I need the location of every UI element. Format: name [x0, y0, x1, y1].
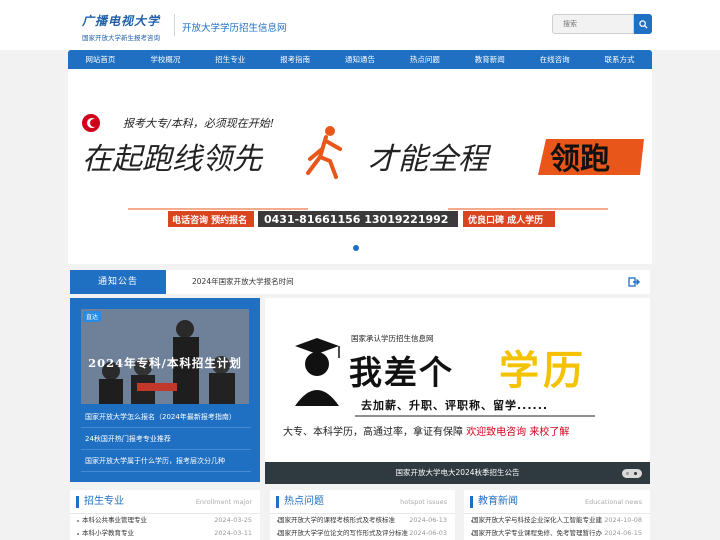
ad-headline-left: 我差个: [349, 353, 454, 392]
panel-accent: [76, 496, 79, 508]
ad-headline-right: 学历: [499, 348, 587, 394]
panel-subtitle: hotspot issues: [400, 498, 447, 506]
list-item[interactable]: 国家开放大学专业课程免修、免考管理暂行办 2024-06-15: [464, 527, 650, 540]
nav-notices[interactable]: 通知通告: [328, 50, 393, 69]
brand-mark-icon: [82, 114, 100, 132]
panel-header: 教育新闻 Educational news: [464, 490, 650, 514]
nav-guide[interactable]: 报考指南: [263, 50, 328, 69]
main-nav: 网站首页 学校概况 招生专业 报考指南 通知通告 热点问题 教育新闻 在线咨询 …: [68, 50, 652, 69]
promo-link[interactable]: 国家开放大学怎么报名（2024年最新报考指南）: [81, 406, 251, 428]
list-item[interactable]: 国家开放大学与科技企业深化人工智能专业建 2024-10-08: [464, 514, 650, 527]
notice-label: 通知公告: [70, 270, 166, 294]
promo-title: 2024年专科/本科招生计划: [88, 356, 242, 370]
logo-divider: [174, 14, 175, 36]
hero-banner[interactable]: 报考大专/本科，必须现在开始! 在起跑线领先 才能全程 领跑 电话咨询 预约报名…: [68, 69, 652, 264]
list-item-title: 本科小学教育专业: [82, 529, 134, 537]
panel-accent: [470, 496, 473, 508]
slide-caption[interactable]: 国家开放大学电大2024秋季招生公告: [265, 462, 650, 484]
banner-slide-dot[interactable]: [353, 245, 359, 251]
bullet: [77, 533, 79, 535]
list-item-title: 本科公共事业管理专业: [82, 516, 147, 524]
ad-bottom-line: 大专、本科学历，高通过率，拿证有保障 欢迎致电咨询 来校了解: [283, 423, 569, 438]
list-item[interactable]: 本科小学教育专业 2024-03-11: [70, 527, 260, 540]
ad-bottom-left: 大专、本科学历，高通过率，拿证有保障: [283, 427, 463, 438]
ad-site-name: 国家承认学历招生信息网: [351, 334, 434, 343]
ad-bottom-right: 欢迎致电咨询 来校了解: [466, 427, 570, 438]
list-item-title: 国家开放大学的课程考核形式及考核标准: [278, 516, 395, 524]
list-item[interactable]: 国家开放大学学位论文的写作形式及评分标准 2024-06-03: [270, 527, 455, 540]
list-item-title: 国家开放大学专业课程免修、免考管理暂行办: [472, 529, 602, 537]
panel-education-news: 教育新闻 Educational news 国家开放大学与科技企业深化人工智能专…: [464, 490, 650, 540]
list-item-date: 2024-06-13: [409, 516, 447, 524]
list-item-date: 2024-03-25: [214, 516, 252, 524]
banner-reputation: 优良口碑 成人学历: [468, 214, 543, 226]
promo-link-list: 国家开放大学怎么报名（2024年最新报考指南） 24秋国开热门报考专业推荐 国家…: [81, 406, 251, 472]
search-input[interactable]: [552, 14, 634, 34]
site-header: 广播电视大学 国家开放大学新生报考咨询 开放大学学历招生信息网: [0, 0, 720, 50]
banner-tagline: 报考大专/本科，必须现在开始!: [123, 117, 274, 130]
panel-title[interactable]: 热点问题: [284, 490, 324, 514]
panel-subtitle: Enrollment major: [195, 498, 252, 506]
logo-title: 广播电视大学: [82, 14, 161, 28]
list-item[interactable]: 本科公共事业管理专业 2024-03-25: [70, 514, 260, 527]
promo-link[interactable]: 24秋国开热门报考专业推荐: [81, 428, 251, 450]
promo-box: 直达 2024年专科/本科招生计划 国家开放大学怎么报名（2024年最新报考指南…: [70, 298, 260, 482]
banner-phone: 0431-81661156 13019221992: [264, 213, 448, 226]
nav-news[interactable]: 教育新闻: [457, 50, 522, 69]
site-name: 开放大学学历招生信息网: [182, 23, 287, 34]
notice-bar: 通知公告 2024年国家开放大学报名时间: [70, 270, 650, 294]
banner-headline-right: 才能全程: [368, 142, 492, 177]
degree-ad[interactable]: 国家承认学历招生信息网 我差个 学历 去加薪、升职、评职称、留学...... 大…: [265, 298, 650, 462]
banner-contact-label: 电话咨询 预约报名: [172, 214, 247, 226]
promo-tag: 直达: [83, 311, 102, 322]
list-item-title: 国家开放大学与科技企业深化人工智能专业建: [472, 516, 602, 524]
notice-link[interactable]: 2024年国家开放大学报名时间: [192, 270, 294, 294]
promo-link[interactable]: 国家开放大学属于什么学历，报考层次分几种: [81, 450, 251, 472]
runner-icon: [306, 126, 342, 179]
list-item-title: 国家开放大学学位论文的写作形式及评分标准: [278, 529, 408, 537]
logo-subtitle: 国家开放大学新生报考咨询: [82, 34, 160, 42]
list-item-date: 2024-03-11: [214, 529, 252, 537]
school-logo[interactable]: 广播电视大学 国家开放大学新生报考咨询: [82, 12, 178, 42]
list-item-date: 2024-06-15: [604, 529, 642, 537]
nav-consult[interactable]: 在线咨询: [522, 50, 587, 69]
list-item-date: 2024-06-03: [409, 529, 447, 537]
graduate-cap-icon: [295, 338, 340, 406]
list-item[interactable]: 国家开放大学的课程考核形式及考核标准 2024-06-13: [270, 514, 455, 527]
banner-graphic: 报考大专/本科，必须现在开始! 在起跑线领先 才能全程 领跑 电话咨询 预约报名…: [82, 114, 644, 227]
nav-contact[interactable]: 联系方式: [587, 50, 652, 69]
panel-accent: [276, 496, 279, 508]
panel-header: 热点问题 hotspot issues: [270, 490, 455, 514]
list-item-date: 2024-10-08: [604, 516, 642, 524]
panel-majors: 招生专业 Enrollment major 本科公共事业管理专业 2024-03-…: [70, 490, 260, 540]
more-arrow-icon[interactable]: [628, 276, 640, 288]
panel-title[interactable]: 教育新闻: [478, 490, 518, 514]
slide-caption-bar: 国家开放大学电大2024秋季招生公告: [265, 462, 650, 484]
banner-badge: 领跑: [550, 142, 610, 177]
panel-header: 招生专业 Enrollment major: [70, 490, 260, 514]
ad-slogan: 去加薪、升职、评职称、留学......: [361, 399, 549, 412]
slide-dot[interactable]: [626, 472, 629, 475]
promo-image[interactable]: 直达 2024年专科/本科招生计划: [81, 309, 249, 404]
panel-title[interactable]: 招生专业: [84, 490, 124, 514]
nav-school-overview[interactable]: 学校概况: [133, 50, 198, 69]
slide-dot-active[interactable]: [634, 472, 637, 475]
search-button[interactable]: [634, 14, 652, 34]
panel-subtitle: Educational news: [584, 498, 642, 506]
nav-hot-issues[interactable]: 热点问题: [392, 50, 457, 69]
banner-headline-left: 在起跑线领先: [82, 142, 264, 177]
slide-pager: [622, 469, 642, 478]
bullet: [77, 520, 79, 522]
panel-hot-issues: 热点问题 hotspot issues 国家开放大学的课程考核形式及考核标准 20…: [270, 490, 455, 540]
nav-majors[interactable]: 招生专业: [198, 50, 263, 69]
nav-home[interactable]: 网站首页: [68, 50, 133, 69]
search-icon: [638, 19, 648, 29]
